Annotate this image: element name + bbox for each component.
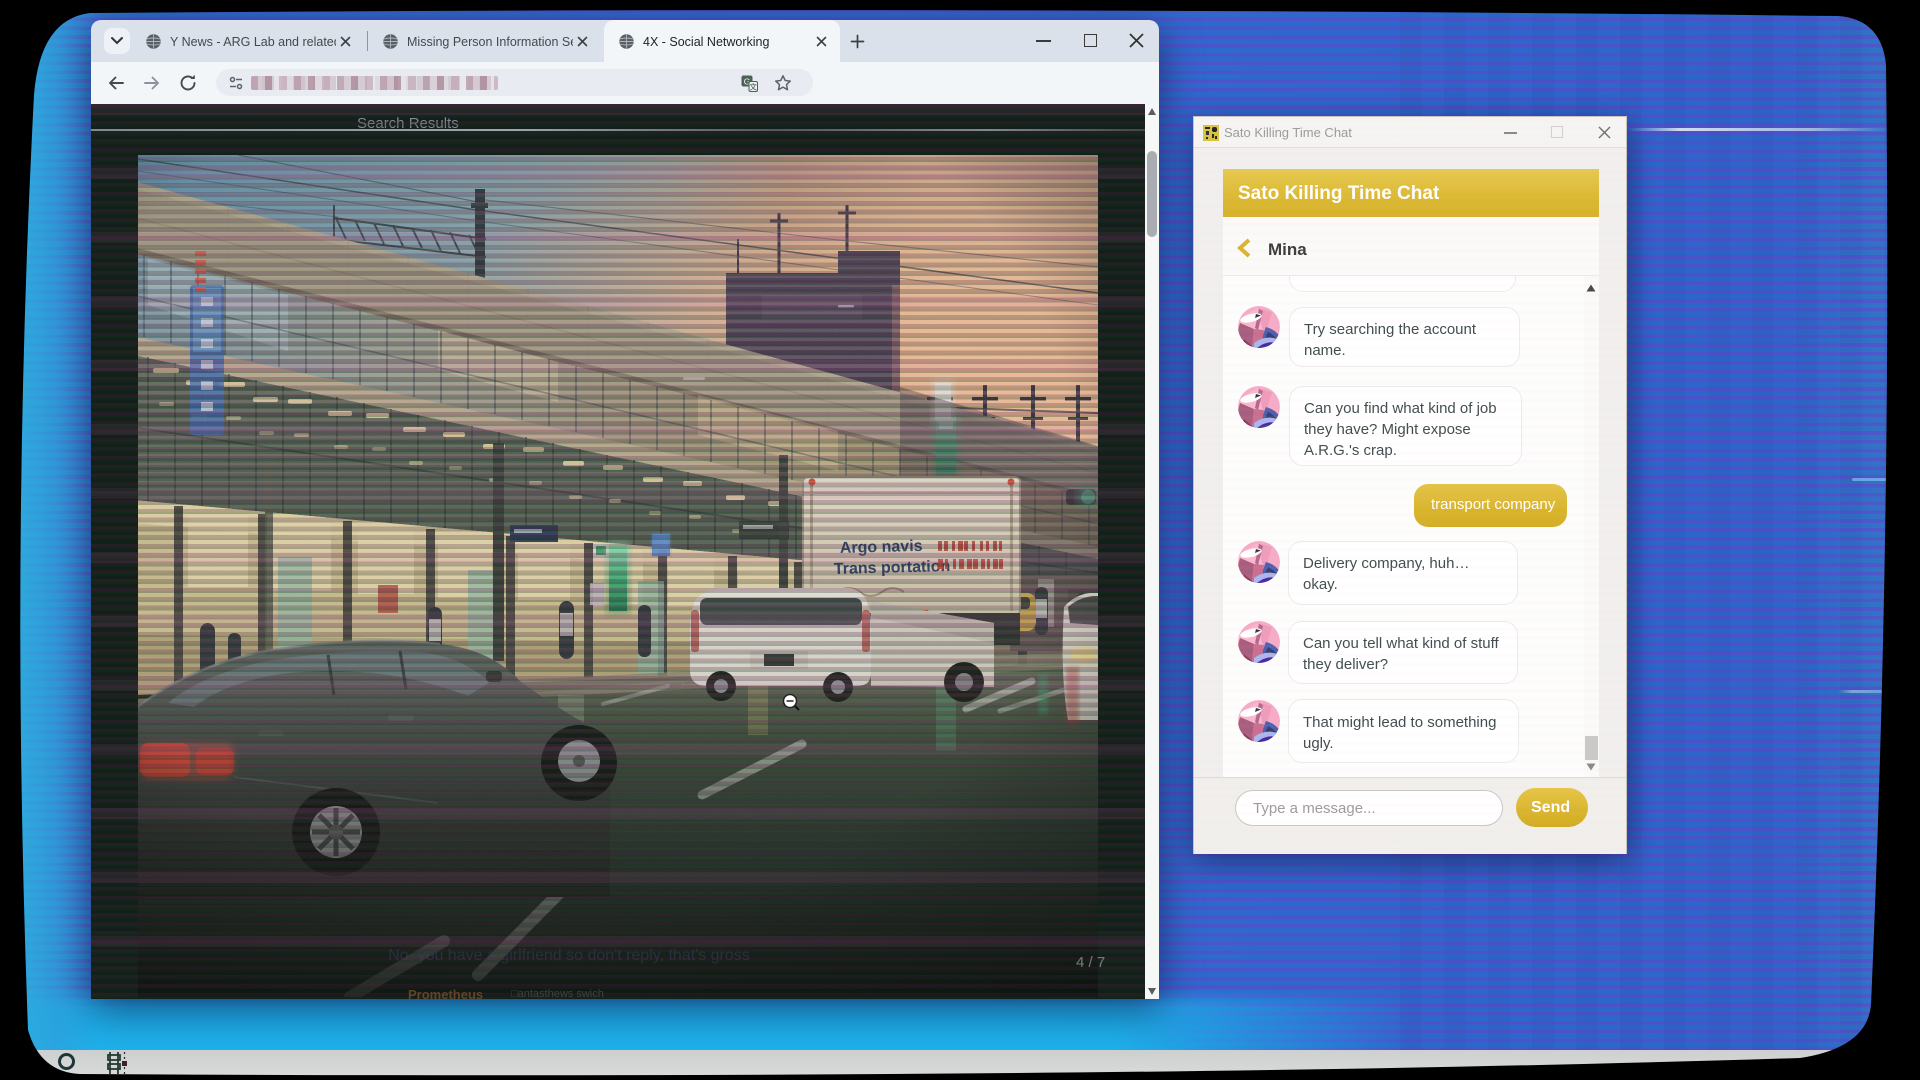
- svg-text:文: 文: [749, 82, 757, 92]
